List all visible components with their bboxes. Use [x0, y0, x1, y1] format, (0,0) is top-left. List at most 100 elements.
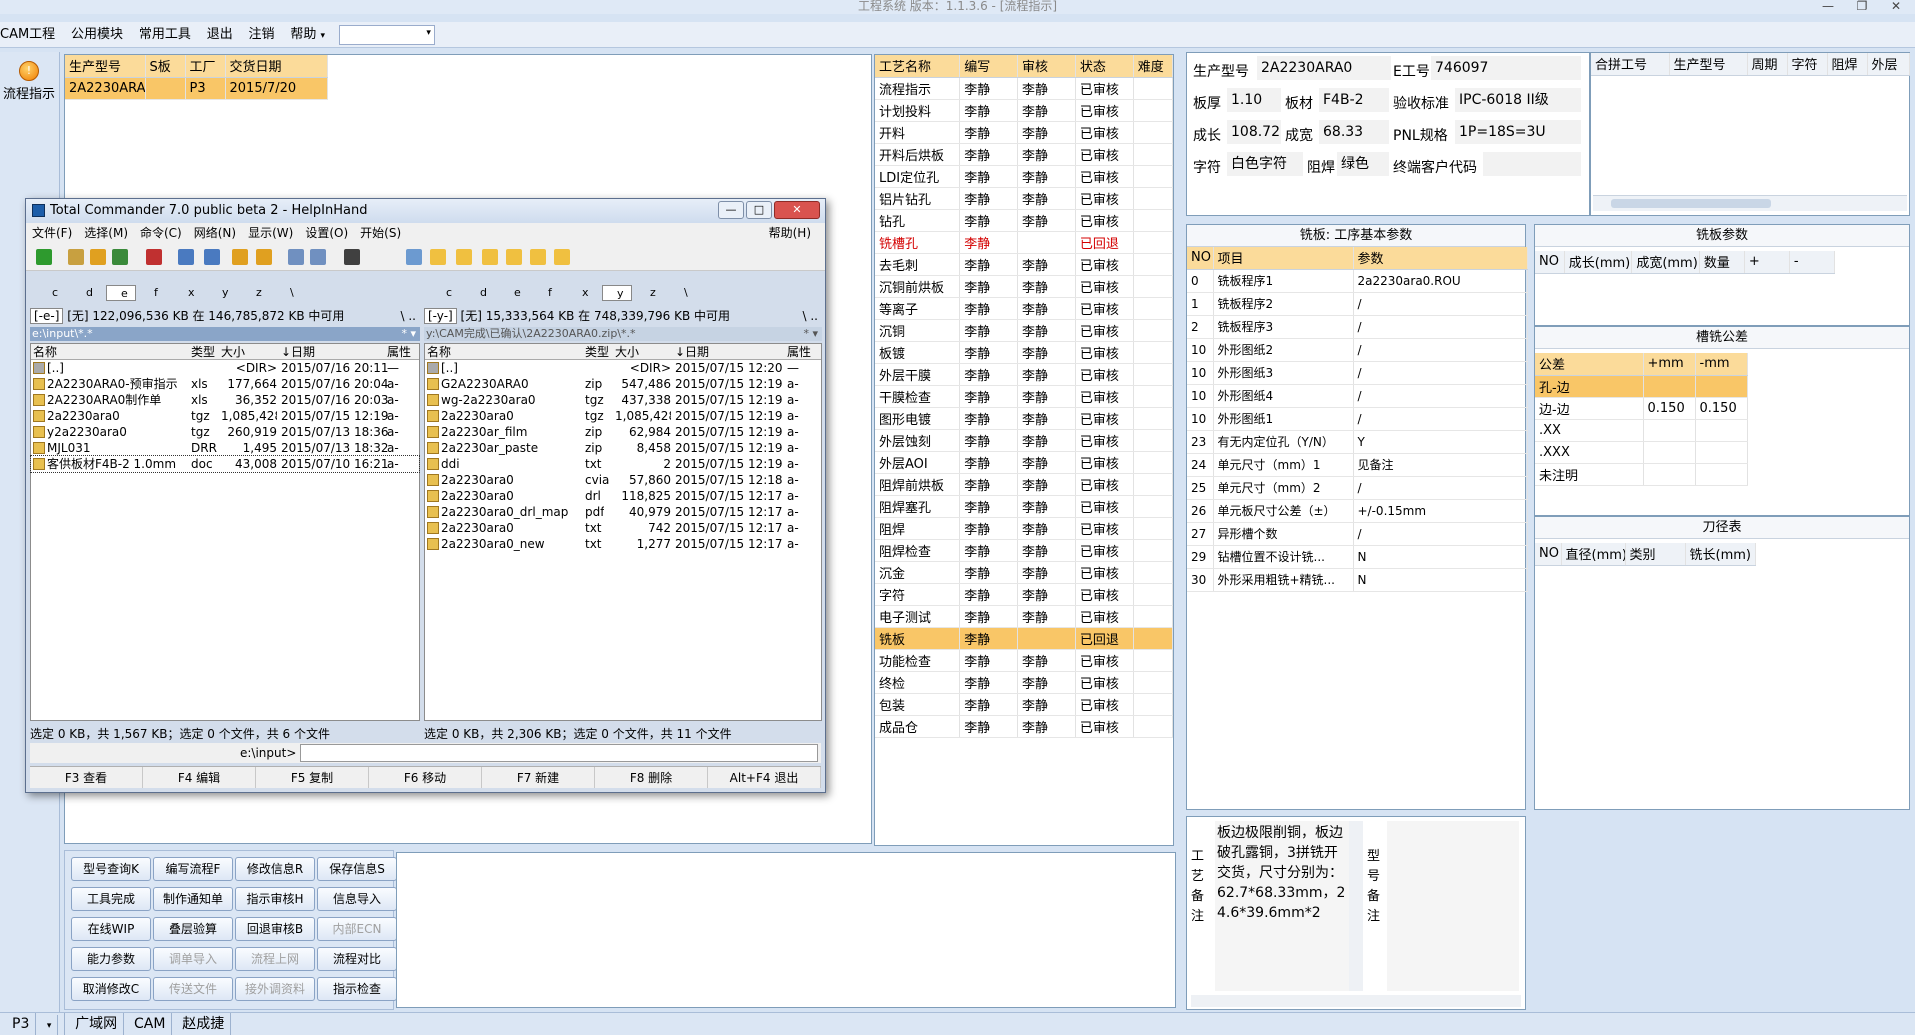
- sort-icon[interactable]: [146, 249, 162, 265]
- tc-menu-item[interactable]: 开始(S): [354, 226, 407, 240]
- remarks-scrollbar[interactable]: [1349, 821, 1363, 991]
- process-row[interactable]: 外层干膜 李静 李静 已审核: [875, 363, 1174, 386]
- restore-icon[interactable]: □: [746, 201, 772, 219]
- action-button[interactable]: 型号查询K: [71, 857, 151, 881]
- col-process[interactable]: 工艺名称: [875, 55, 961, 78]
- action-button[interactable]: 取消修改C: [71, 977, 151, 1001]
- col-length[interactable]: 成长(mm): [1564, 251, 1633, 274]
- file-row[interactable]: 2a2230ara0 drl 118,825 2015/07/15 12:17 a-: [425, 488, 821, 504]
- file-row[interactable]: G2A2230ARA0 zip 547,486 2015/07/15 12:19 a-: [425, 376, 821, 392]
- col-no[interactable]: NO: [1535, 251, 1565, 274]
- process-row[interactable]: 字符 李静 李静 已审核: [875, 583, 1174, 606]
- right-root-icon[interactable]: \ ..: [803, 307, 819, 325]
- col-plus[interactable]: +: [1744, 251, 1790, 274]
- tolerance-row[interactable]: .XX: [1535, 419, 1748, 442]
- mill-row[interactable]: 10 外形图纸1/: [1187, 407, 1528, 431]
- model-remarks-text[interactable]: [1387, 821, 1519, 991]
- col-minus[interactable]: -mm: [1695, 353, 1748, 376]
- drive-button-net[interactable]: \: [276, 285, 306, 301]
- left-path[interactable]: e:\input\*.* * ▾: [30, 327, 420, 341]
- close-icon[interactable]: ✕: [1876, 0, 1915, 13]
- tc-menu-item[interactable]: 文件(F): [26, 226, 78, 240]
- table-row[interactable]: 2A2230ARA0 P3 2015/7/20: [65, 77, 328, 100]
- info-len[interactable]: 108.72: [1227, 120, 1281, 144]
- right-path[interactable]: y:\CAM完成\已确认\2A2230ARA0.zip\*.* * ▾: [424, 327, 822, 341]
- col-no[interactable]: NO: [1187, 247, 1214, 270]
- file-col-header[interactable]: 类型: [585, 344, 609, 360]
- tc-menu-item[interactable]: 显示(W): [242, 226, 299, 240]
- file-col-header[interactable]: 属性: [787, 344, 811, 360]
- fkey-button[interactable]: F6 移动: [369, 767, 482, 788]
- process-row[interactable]: 阻焊塞孔 李静 李静 已审核: [875, 495, 1174, 518]
- ftp-icon[interactable]: [288, 249, 304, 265]
- mill-row[interactable]: 24 单元尺寸（mm）1 见备注: [1187, 453, 1528, 477]
- col-s-board[interactable]: S板: [145, 55, 186, 78]
- process-row[interactable]: LDI定位孔 李静 李静 已审核: [875, 165, 1174, 188]
- process-row[interactable]: 板镀 李静 李静 已审核: [875, 341, 1174, 364]
- notepad-icon[interactable]: [406, 249, 422, 265]
- process-row[interactable]: 成品仓 李静 李静 已审核: [875, 715, 1174, 738]
- tolerance-row[interactable]: 孔-边: [1535, 375, 1748, 398]
- file-row[interactable]: 2a2230ara0 txt 742 2015/07/15 12:17 a-: [425, 520, 821, 536]
- file-row[interactable]: wg-2a2230ara0 tgz 437,338 2015/07/15 12:19 a…: [425, 392, 821, 408]
- col-plus[interactable]: +mm: [1643, 353, 1696, 376]
- action-button[interactable]: 修改信息R: [235, 857, 315, 881]
- left-root-icon[interactable]: \ ..: [401, 307, 417, 325]
- menu-common-module[interactable]: 公用模块: [65, 22, 129, 48]
- mill-row[interactable]: 2 铣板程序3/: [1187, 315, 1528, 339]
- process-row[interactable]: 外层AOI 李静 李静 已审核: [875, 451, 1174, 474]
- tolerance-row[interactable]: 边-边 0.150 0.150: [1535, 397, 1748, 420]
- folder-icon[interactable]: [456, 249, 472, 265]
- back-icon[interactable]: [178, 249, 194, 265]
- col-param[interactable]: 参数: [1353, 247, 1528, 270]
- tc-menu-item[interactable]: 选择(M): [78, 226, 134, 240]
- process-row[interactable]: 沉铜前烘板 李静 李静 已审核: [875, 275, 1174, 298]
- file-row[interactable]: 2A2230ARA0-预审指示 xls 177,664 2015/07/16 20:0…: [31, 376, 419, 392]
- col-mill-length[interactable]: 铣长(mm): [1685, 543, 1756, 566]
- process-row[interactable]: 去毛刺 李静 李静 已审核: [875, 253, 1174, 276]
- col-merge-outer[interactable]: 外层: [1867, 53, 1910, 76]
- drive-button-d[interactable]: d: [72, 285, 102, 301]
- tolerance-row[interactable]: 未注明: [1535, 463, 1748, 486]
- file-row[interactable]: MJL031 DRR 1,495 2015/07/13 18:32 a-: [31, 440, 419, 456]
- drive-button-net[interactable]: \: [670, 285, 700, 301]
- drive-button-y[interactable]: y: [208, 285, 238, 301]
- process-row[interactable]: 外层蚀刻 李静 李静 已审核: [875, 429, 1174, 452]
- action-button[interactable]: 叠层验算: [153, 917, 233, 941]
- col-author[interactable]: 编写: [959, 55, 1019, 78]
- fkey-button[interactable]: F8 删除: [595, 767, 708, 788]
- file-row[interactable]: 2a2230ara0 cvia 57,860 2015/07/15 12:18 a-: [425, 472, 821, 488]
- mill-row[interactable]: 23 有无内定位孔（Y/N） Y: [1187, 430, 1528, 454]
- drive-button-c[interactable]: c: [432, 285, 462, 301]
- drive-button-x[interactable]: x: [174, 285, 204, 301]
- col-merge-char[interactable]: 字符: [1787, 53, 1828, 76]
- info-mask[interactable]: 绿色: [1337, 152, 1389, 176]
- tc-menu-item[interactable]: 网络(N): [188, 226, 242, 240]
- proc-remarks-text[interactable]: 板边极限削铜，板边破孔露铜，3拼铣开交货，尺寸分别为：62.7*68.33mm，…: [1215, 821, 1349, 991]
- col-merge-cycle[interactable]: 周期: [1747, 53, 1788, 76]
- file-row[interactable]: 2a2230ar_paste zip 8,458 2015/07/15 12:19 a-: [425, 440, 821, 456]
- process-row[interactable]: 计划投料 李静 李静 已审核: [875, 99, 1174, 122]
- folder-icon[interactable]: [430, 249, 446, 265]
- tc-menu-item[interactable]: 命令(C): [134, 226, 188, 240]
- file-row[interactable]: 2a2230ara0_drl_map pdf 40,979 2015/07/15 12…: [425, 504, 821, 520]
- process-row[interactable]: 铣槽孔 李静 已回退: [875, 231, 1174, 254]
- col-merge-model[interactable]: 生产型号: [1669, 53, 1748, 76]
- col-width[interactable]: 成宽(mm): [1631, 251, 1700, 274]
- info-mat[interactable]: F4B-2: [1319, 88, 1389, 112]
- left-drive-combo[interactable]: [-e-]: [30, 308, 64, 324]
- menu-help[interactable]: 帮助 ▾: [284, 22, 331, 49]
- action-button[interactable]: 流程上网: [235, 947, 315, 971]
- remarks-hscroll[interactable]: [1191, 995, 1521, 1007]
- folder-icon[interactable]: [554, 249, 570, 265]
- process-row[interactable]: 开料后烘板 李静 李静 已审核: [875, 143, 1174, 166]
- mill-row[interactable]: 1 铣板程序2/: [1187, 292, 1528, 316]
- mill-row[interactable]: 10 外形图纸2/: [1187, 338, 1528, 362]
- action-button[interactable]: 在线WIP: [71, 917, 151, 941]
- tc-menu-item[interactable]: 设置(O): [299, 226, 354, 240]
- drive-button-z[interactable]: z: [636, 285, 666, 301]
- info-std[interactable]: IPC-6018 II级: [1455, 88, 1581, 112]
- mill-row[interactable]: 25 单元尺寸（mm）2/: [1187, 476, 1528, 500]
- action-button[interactable]: 保存信息S: [317, 857, 397, 881]
- info-cust[interactable]: [1483, 152, 1581, 176]
